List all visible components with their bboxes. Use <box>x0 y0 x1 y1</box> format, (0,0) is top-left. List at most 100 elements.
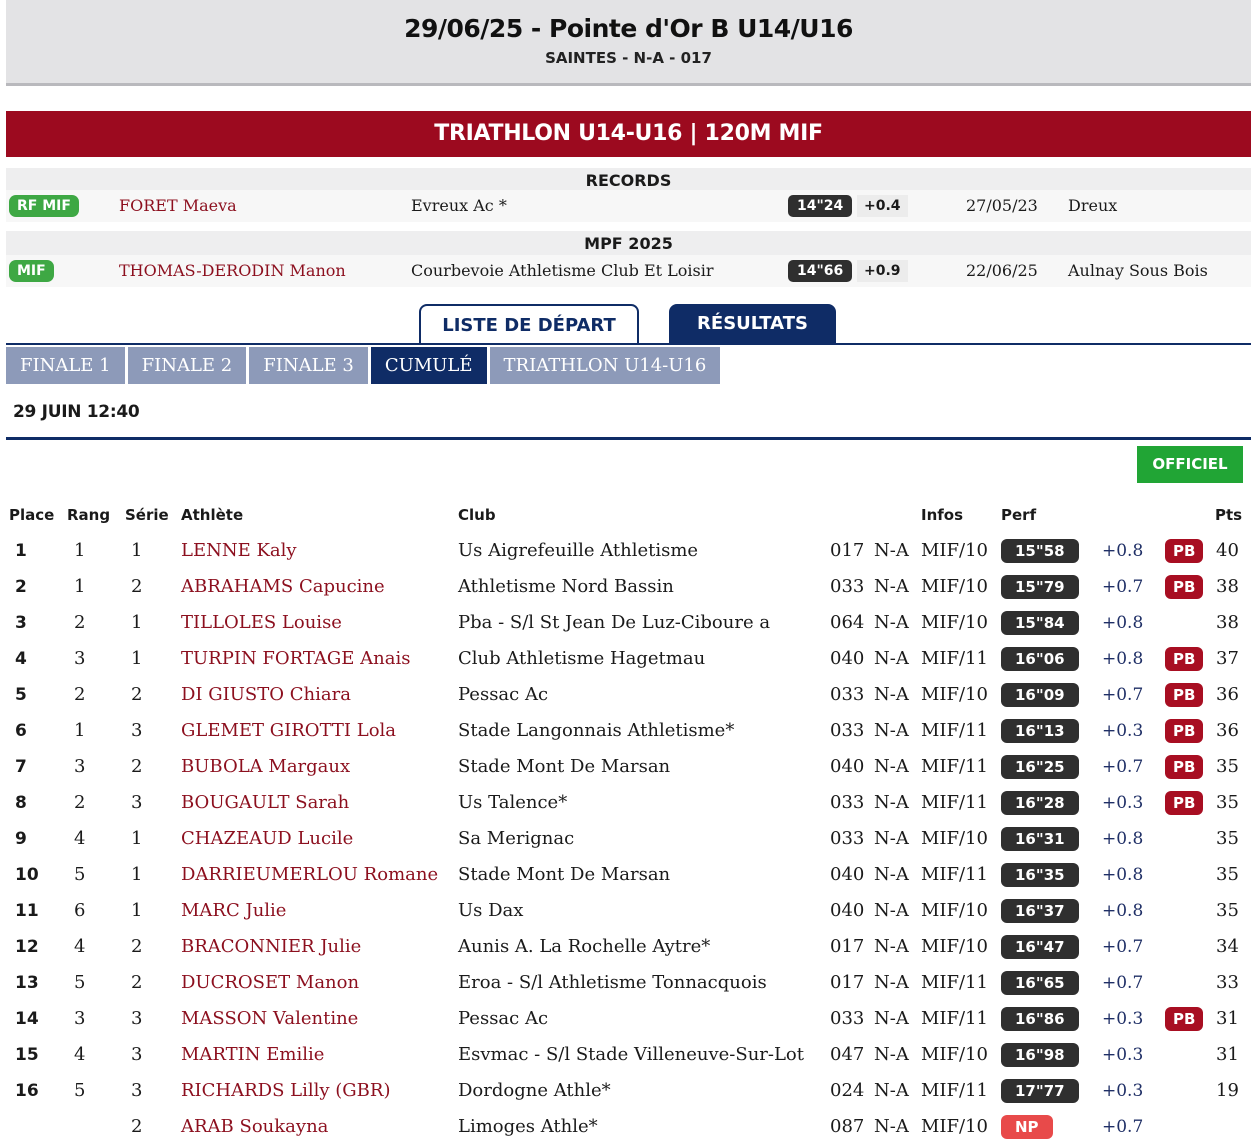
result-perf: 16"28 <box>1001 791 1079 815</box>
result-athlete-link[interactable]: ARAB Soukayna <box>181 1109 328 1142</box>
mpf-athlete-link[interactable]: THOMAS-DERODIN Manon <box>119 255 346 287</box>
table-row: 16 5 3 RICHARDS Lilly (GBR) Dordogne Athle* 0… <box>0 1073 1259 1109</box>
result-athlete-link[interactable]: ABRAHAMS Capucine <box>181 569 385 605</box>
table-row: 5 2 2 DI GIUSTO Chiara Pessac Ac 033 N-A MIF/10… <box>0 677 1259 713</box>
result-club: Us Dax <box>458 900 524 921</box>
result-category: MIF/11 <box>921 972 988 993</box>
result-perf: 16"35 <box>1001 863 1079 887</box>
event-title: TRIATHLON U14-U16 | 120M MIF <box>6 111 1251 157</box>
result-department: 033 <box>830 576 865 597</box>
result-place: 1 <box>15 541 27 561</box>
col-pts: Pts <box>1215 506 1243 524</box>
table-row: 3 2 1 TILLOLES Louise Pba - S/l St Jean De L… <box>0 605 1259 641</box>
result-rang: 1 <box>74 540 86 561</box>
result-serie: 3 <box>131 720 143 741</box>
result-serie: 2 <box>131 936 143 957</box>
tab-results[interactable]: RÉSULTATS <box>669 304 836 344</box>
result-serie: 2 <box>131 1116 143 1137</box>
result-place: 10 <box>15 865 39 885</box>
result-club: Aunis A. La Rochelle Aytre* <box>458 936 711 957</box>
result-perf: 16"47 <box>1001 935 1079 959</box>
record-location: Dreux <box>1068 196 1118 215</box>
table-row: 1 1 1 LENNE Kaly Us Aigrefeuille Athletisme 0… <box>0 533 1259 569</box>
result-serie: 1 <box>131 864 143 885</box>
subtab-triathlon[interactable]: TRIATHLON U14-U16 <box>489 347 721 384</box>
result-club: Stade Langonnais Athletisme* <box>458 720 735 741</box>
result-rang: 6 <box>74 900 86 921</box>
result-athlete-link[interactable]: BUBOLA Margaux <box>181 749 350 785</box>
pb-badge: PB <box>1165 647 1204 671</box>
result-place: 4 <box>15 649 27 669</box>
result-wind: +0.8 <box>1102 829 1144 849</box>
result-athlete-link[interactable]: LENNE Kaly <box>181 533 297 569</box>
result-category: MIF/10 <box>921 936 988 957</box>
result-club: Esvmac - S/l Stade Villeneuve-Sur-Lot <box>458 1044 804 1065</box>
result-place: 3 <box>15 613 27 633</box>
result-region: N-A <box>874 792 909 813</box>
result-department: 033 <box>830 1008 865 1029</box>
result-athlete-link[interactable]: TURPIN FORTAGE Anais <box>181 641 410 677</box>
result-category: MIF/10 <box>921 540 988 561</box>
subtab-finale-1[interactable]: FINALE 1 <box>6 347 125 384</box>
result-rang: 4 <box>74 828 86 849</box>
result-club: Stade Mont De Marsan <box>458 756 671 777</box>
result-category: MIF/10 <box>921 1044 988 1065</box>
result-athlete-link[interactable]: TILLOLES Louise <box>181 605 342 641</box>
result-perf: NP <box>1001 1115 1053 1139</box>
result-department: 033 <box>830 720 865 741</box>
result-wind: +0.8 <box>1102 649 1144 669</box>
table-row: 15 4 3 MARTIN Emilie Esvmac - S/l Stade Vill… <box>0 1037 1259 1073</box>
result-region: N-A <box>874 900 909 921</box>
result-serie: 3 <box>131 1008 143 1029</box>
result-region: N-A <box>874 720 909 741</box>
result-rang: 2 <box>74 612 86 633</box>
result-place: 2 <box>15 577 27 597</box>
result-club: Us Talence* <box>458 792 568 813</box>
col-serie: Série <box>125 506 169 524</box>
pb-badge: PB <box>1165 539 1204 563</box>
record-athlete-link[interactable]: FORET Maeva <box>119 190 237 222</box>
tab-start-list[interactable]: LISTE DE DÉPART <box>419 304 639 344</box>
result-category: MIF/11 <box>921 720 988 741</box>
table-row: 13 5 2 DUCROSET Manon Eroa - S/l Athletisme … <box>0 965 1259 1001</box>
subtab-finale-3[interactable]: FINALE 3 <box>249 347 368 384</box>
col-perf: Perf <box>1001 506 1037 524</box>
result-department: 033 <box>830 792 865 813</box>
result-points: 36 <box>1216 684 1239 705</box>
subtab-finale-2[interactable]: FINALE 2 <box>127 347 247 384</box>
result-region: N-A <box>874 612 909 633</box>
result-perf: 15"79 <box>1001 575 1079 599</box>
meeting-location: SAINTES - N-A - 017 <box>545 49 712 67</box>
subtab-cumule[interactable]: CUMULÉ <box>370 347 487 384</box>
result-department: 040 <box>830 648 865 669</box>
result-club: Pessac Ac <box>458 1008 549 1029</box>
result-rang: 3 <box>74 648 86 669</box>
result-department: 040 <box>830 756 865 777</box>
result-athlete-link[interactable]: BOUGAULT Sarah <box>181 785 349 821</box>
result-wind: +0.7 <box>1102 577 1144 597</box>
mpf-wind: +0.9 <box>857 260 908 282</box>
result-athlete-link[interactable]: CHAZEAUD Lucile <box>181 821 353 857</box>
result-athlete-link[interactable]: MASSON Valentine <box>181 1001 358 1037</box>
result-club: Pba - S/l St Jean De Luz-Ciboure a <box>458 612 771 633</box>
result-serie: 1 <box>131 828 143 849</box>
result-athlete-link[interactable]: DARRIEUMERLOU Romane <box>181 857 438 893</box>
result-points: 31 <box>1216 1008 1239 1029</box>
result-athlete-link[interactable]: RICHARDS Lilly (GBR) <box>181 1073 391 1109</box>
result-athlete-link[interactable]: GLEMET GIROTTI Lola <box>181 713 396 749</box>
record-row: RF MIF FORET Maeva Evreux Ac * 14"24 +0.… <box>6 190 1251 222</box>
result-place: 16 <box>15 1081 39 1101</box>
record-perf: 14"24 <box>788 195 853 217</box>
result-department: 033 <box>830 828 865 849</box>
result-rang: 4 <box>74 1044 86 1065</box>
mpf-heading: MPF 2025 <box>6 231 1251 255</box>
result-athlete-link[interactable]: DI GIUSTO Chiara <box>181 677 351 713</box>
result-department: 017 <box>830 936 865 957</box>
result-points: 35 <box>1216 792 1239 813</box>
result-points: 19 <box>1216 1080 1239 1101</box>
result-athlete-link[interactable]: MARTIN Emilie <box>181 1037 324 1073</box>
result-athlete-link[interactable]: MARC Julie <box>181 893 286 929</box>
result-category: MIF/11 <box>921 792 988 813</box>
result-athlete-link[interactable]: BRACONNIER Julie <box>181 929 361 965</box>
result-athlete-link[interactable]: DUCROSET Manon <box>181 965 359 1001</box>
